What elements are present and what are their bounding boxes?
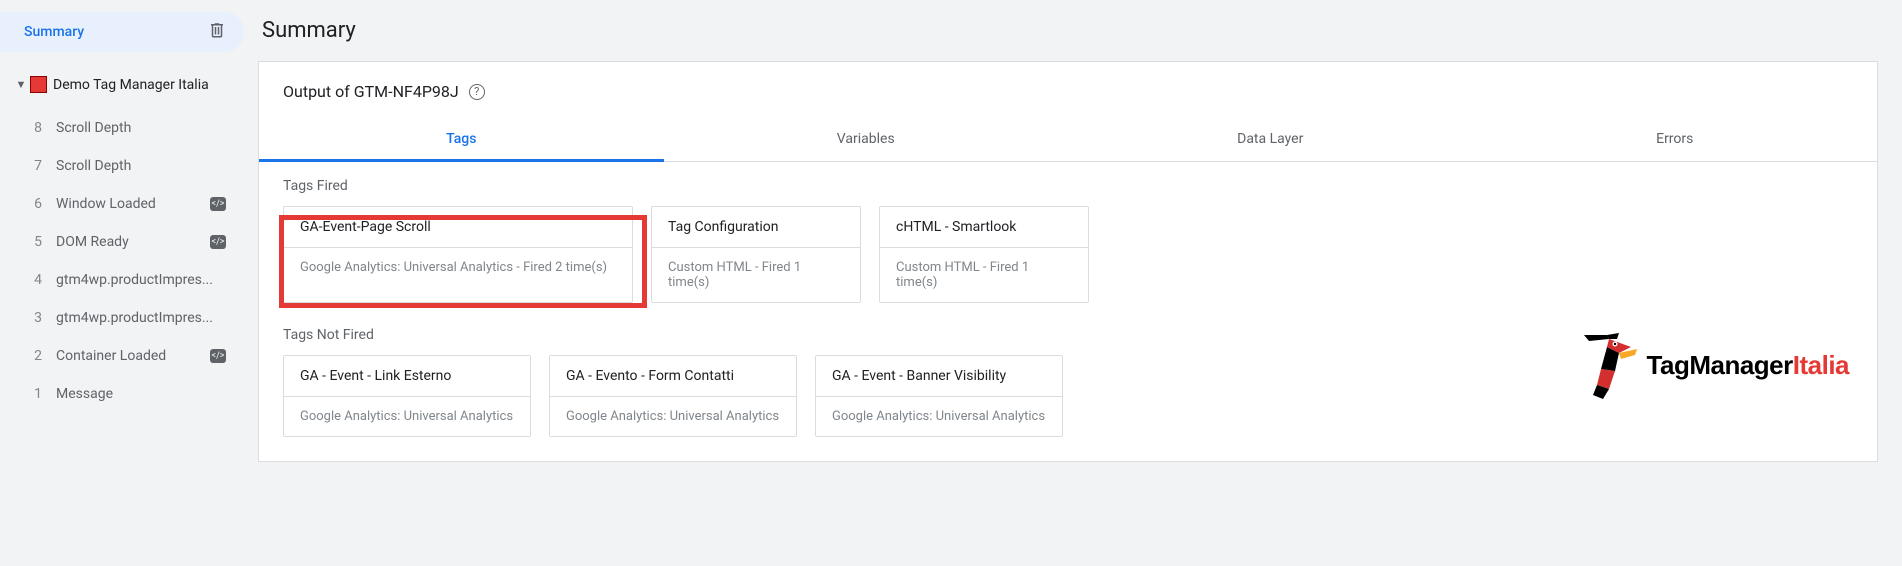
main: Summary Output of GTM-NF4P98J ? TagsVari… (244, 0, 1902, 566)
output-label: Output of GTM-NF4P98J (283, 82, 459, 101)
event-number: 5 (30, 234, 46, 250)
event-number: 4 (30, 272, 46, 288)
event-number: 8 (30, 120, 46, 136)
sidebar-summary[interactable]: Summary (0, 12, 244, 52)
brand-logo-text: TagManagerItalia (1647, 350, 1849, 381)
event-label: Container Loaded (56, 348, 200, 364)
tag-card-subtitle: Google Analytics: Universal Analytics (816, 396, 1062, 436)
tag-card-subtitle: Google Analytics: Universal Analytics (284, 396, 530, 436)
sidebar-container-label: Demo Tag Manager Italia (53, 77, 209, 93)
event-label: Scroll Depth (56, 158, 226, 174)
sidebar-event-list: 8 Scroll Depth 7 Scroll Depth 6 Window Loaded… (0, 109, 244, 413)
code-badge-icon: </> (210, 349, 226, 363)
tab-tags[interactable]: Tags (259, 117, 664, 161)
tag-card-subtitle: Custom HTML - Fired 1 time(s) (880, 247, 1088, 302)
event-label: gtm4wp.productImpres... (56, 310, 226, 326)
woodpecker-icon (1579, 329, 1639, 401)
tags-fired-label: Tags Fired (283, 178, 1853, 194)
event-number: 7 (30, 158, 46, 174)
tag-card-title: Tag Configuration (652, 207, 860, 247)
sidebar-event-item[interactable]: 7 Scroll Depth (0, 147, 244, 185)
chevron-down-icon: ▼ (12, 78, 30, 91)
tag-card-title: GA - Event - Link Esterno (284, 356, 530, 396)
sidebar-event-item[interactable]: 1 Message (0, 375, 244, 413)
code-badge-icon: </> (210, 235, 226, 249)
tag-card-title: cHTML - Smartlook (880, 207, 1088, 247)
event-number: 2 (30, 348, 46, 364)
event-number: 1 (30, 386, 46, 402)
clear-summary-icon[interactable] (208, 21, 226, 43)
tag-card[interactable]: GA - Evento - Form ContattiGoogle Analyt… (549, 355, 797, 437)
tag-card-subtitle: Google Analytics: Universal Analytics - … (284, 247, 632, 287)
sidebar-event-item[interactable]: 3 gtm4wp.productImpres... (0, 299, 244, 337)
tabs: TagsVariablesData LayerErrors (259, 117, 1877, 162)
sidebar-event-item[interactable]: 4 gtm4wp.productImpres... (0, 261, 244, 299)
output-card: Output of GTM-NF4P98J ? TagsVariablesDat… (258, 61, 1878, 462)
sidebar-event-item[interactable]: 8 Scroll Depth (0, 109, 244, 147)
event-label: DOM Ready (56, 234, 200, 250)
tab-errors[interactable]: Errors (1473, 117, 1878, 161)
event-number: 3 (30, 310, 46, 326)
tag-card[interactable]: GA-Event-Page ScrollGoogle Analytics: Un… (283, 206, 633, 303)
tag-card-title: GA-Event-Page Scroll (284, 207, 632, 247)
sidebar-event-item[interactable]: 2 Container Loaded </> (0, 337, 244, 375)
sidebar-container-root[interactable]: ▼ Demo Tag Manager Italia (0, 70, 244, 99)
brand-logo: TagManagerItalia (1579, 329, 1849, 401)
tag-card[interactable]: GA - Event - Link EsternoGoogle Analytic… (283, 355, 531, 437)
tag-card[interactable]: GA - Event - Banner VisibilityGoogle Ana… (815, 355, 1063, 437)
tags-fired-row: GA-Event-Page ScrollGoogle Analytics: Un… (283, 206, 1853, 303)
tag-card-title: GA - Evento - Form Contatti (550, 356, 796, 396)
tag-card[interactable]: Tag ConfigurationCustom HTML - Fired 1 t… (651, 206, 861, 303)
help-icon[interactable]: ? (469, 84, 485, 100)
tag-card-subtitle: Google Analytics: Universal Analytics (550, 396, 796, 436)
event-label: Message (56, 386, 226, 402)
tag-card-subtitle: Custom HTML - Fired 1 time(s) (652, 247, 860, 302)
tags-fired-section: Tags Fired GA-Event-Page ScrollGoogle An… (259, 162, 1877, 311)
event-label: gtm4wp.productImpres... (56, 272, 226, 288)
tag-card[interactable]: cHTML - SmartlookCustom HTML - Fired 1 t… (879, 206, 1089, 303)
sidebar-summary-label: Summary (24, 24, 84, 40)
event-label: Scroll Depth (56, 120, 226, 136)
sidebar: Summary ▼ Demo Tag Manager Italia 8 Scrol… (0, 0, 244, 566)
sidebar-event-item[interactable]: 6 Window Loaded </> (0, 185, 244, 223)
container-color-swatch (30, 76, 47, 93)
event-label: Window Loaded (56, 196, 200, 212)
tab-variables[interactable]: Variables (664, 117, 1069, 161)
tag-card-title: GA - Event - Banner Visibility (816, 356, 1062, 396)
output-header: Output of GTM-NF4P98J ? (259, 62, 1877, 117)
sidebar-event-item[interactable]: 5 DOM Ready </> (0, 223, 244, 261)
page-title: Summary (258, 18, 1878, 43)
event-number: 6 (30, 196, 46, 212)
code-badge-icon: </> (210, 197, 226, 211)
tab-data-layer[interactable]: Data Layer (1068, 117, 1473, 161)
